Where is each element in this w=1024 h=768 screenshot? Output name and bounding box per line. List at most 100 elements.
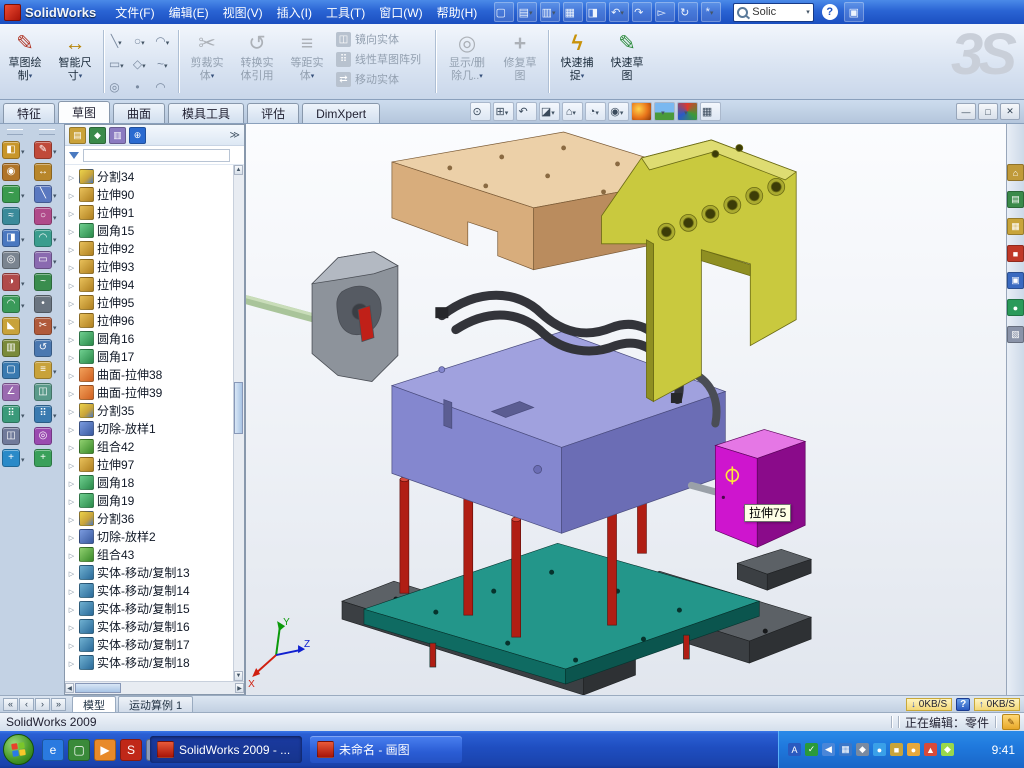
fillet-icon[interactable]: ◠	[2, 295, 28, 312]
filter-input[interactable]	[83, 149, 230, 162]
edit-sketch-indicator-icon[interactable]: ✎	[1002, 714, 1020, 730]
feature-tree-item[interactable]: 分割36	[67, 509, 233, 527]
media-player-icon[interactable]: ▶	[94, 739, 116, 761]
expand-arrow-icon[interactable]	[67, 367, 76, 381]
ie-icon[interactable]: e	[42, 739, 64, 761]
feature-tree-item[interactable]: 拉伸95	[67, 293, 233, 311]
rib-icon[interactable]: ▥	[2, 339, 28, 356]
home-icon[interactable]: ⌂	[1007, 164, 1024, 181]
linear-sketch-pattern-button[interactable]: ⠿ 线性草图阵列	[336, 51, 428, 67]
open-icon[interactable]: ▤	[517, 2, 537, 22]
sketch-icon[interactable]: ✎	[34, 141, 60, 158]
revolved-cut-icon[interactable]: ◑	[2, 273, 28, 290]
scroll-down-arrow-icon[interactable]: ▼	[234, 671, 243, 681]
zoom-area-icon[interactable]: ⊞	[493, 102, 514, 121]
feature-tree-item[interactable]: 实体-移动/复制13	[67, 563, 233, 581]
feature-tree-item[interactable]: 圆角17	[67, 347, 233, 365]
expand-arrow-icon[interactable]	[67, 241, 76, 255]
sheet-nav-button[interactable]: «	[3, 698, 18, 711]
scrollbar-thumb[interactable]	[75, 683, 121, 693]
messenger-icon[interactable]: ●	[873, 743, 886, 756]
feature-tree-item[interactable]: 拉伸92	[67, 239, 233, 257]
support-plate-part[interactable]	[364, 543, 759, 684]
document-tab[interactable]: 模型	[72, 696, 116, 712]
point-icon[interactable]: •	[130, 76, 152, 98]
feature-tree-item[interactable]: 拉伸91	[67, 203, 233, 221]
sheet-nav-button[interactable]: ‹	[19, 698, 34, 711]
start-button[interactable]	[3, 734, 34, 765]
commandmanager-tab[interactable]: 模具工具	[168, 103, 244, 123]
expand-arrow-icon[interactable]	[67, 169, 76, 183]
mirror-icon[interactable]: ◫	[2, 427, 28, 444]
pink-insert-part[interactable]	[715, 429, 805, 547]
circle-icon[interactable]: ○	[34, 207, 60, 224]
commandmanager-tab[interactable]: 曲面	[113, 103, 165, 123]
update-icon[interactable]: ●	[907, 743, 920, 756]
expand-arrow-icon[interactable]	[67, 601, 76, 615]
commandmanager-tab[interactable]: 评估	[247, 103, 299, 123]
safely-remove-icon[interactable]: ◆	[941, 743, 954, 756]
tree-vertical-scrollbar[interactable]: ▲ ▼	[233, 165, 244, 681]
graphics-viewport[interactable]: Y X Z 拉伸75	[245, 124, 1006, 695]
feature-tree-item[interactable]: 拉伸94	[67, 275, 233, 293]
feature-tree-item[interactable]: 实体-移动/复制18	[67, 653, 233, 671]
expand-arrow-icon[interactable]	[67, 421, 76, 435]
save-icon[interactable]: ▥	[540, 2, 560, 22]
feature-tree-item[interactable]: 拉伸90	[67, 185, 233, 203]
expand-arrow-icon[interactable]	[67, 331, 76, 345]
menu-item[interactable]: 窗口(W)	[372, 1, 429, 24]
feature-tree-item[interactable]: 实体-移动/复制17	[67, 635, 233, 653]
arc-icon[interactable]: ◠	[34, 229, 60, 246]
feature-tree-item[interactable]: 曲面-拉伸39	[67, 383, 233, 401]
hide-show-items-icon[interactable]: ◉	[608, 102, 629, 121]
draft-icon[interactable]: ∠	[2, 383, 28, 400]
feature-tree-item[interactable]: 实体-移动/复制15	[67, 599, 233, 617]
print-preview-icon[interactable]: ◨	[586, 2, 606, 22]
rectangle-icon[interactable]: ▭	[107, 53, 129, 75]
convert-entities-button[interactable]: ↺ 转换实 体引用	[232, 26, 282, 97]
reference-geometry-icon[interactable]: +	[2, 449, 28, 466]
toolbar-options-icon[interactable]: ▣	[844, 2, 864, 22]
feature-tree-item[interactable]: 分割34	[67, 167, 233, 185]
appearances-scenes-icon[interactable]: ●	[1007, 299, 1024, 316]
network-icon[interactable]: ▦	[839, 743, 852, 756]
chamfer-icon[interactable]: ◣	[2, 317, 28, 334]
expand-arrow-icon[interactable]	[67, 277, 76, 291]
configurationmanager-tab-icon[interactable]: ▥	[109, 127, 126, 144]
dimxpertmanager-tab-icon[interactable]: ⊕	[129, 127, 146, 144]
feature-tree-item[interactable]: 分割35	[67, 401, 233, 419]
rebuild-icon[interactable]: ↻	[678, 2, 698, 22]
circle-icon[interactable]: ○	[130, 30, 152, 52]
usb-icon[interactable]: ◆	[856, 743, 869, 756]
rapid-sketch-button[interactable]: ✎ 快速草 图	[602, 26, 652, 97]
feature-tree-item[interactable]: 圆角18	[67, 473, 233, 491]
sheet-nav-button[interactable]: »	[51, 698, 66, 711]
core-pin[interactable]	[691, 485, 717, 492]
line-icon[interactable]: ╲	[107, 30, 129, 52]
antivirus-icon[interactable]: ✓	[805, 743, 818, 756]
scroll-up-arrow-icon[interactable]: ▲	[234, 165, 243, 175]
expand-arrow-icon[interactable]	[67, 475, 76, 489]
line-icon[interactable]: ╲	[34, 185, 60, 202]
security-alert-icon[interactable]: ▲	[924, 743, 937, 756]
expand-arrow-icon[interactable]	[67, 439, 76, 453]
repair-sketch-icon[interactable]: +	[34, 449, 60, 466]
view-palette-icon[interactable]: ▣	[1007, 272, 1024, 289]
smart-dimension-button[interactable]: ↔ 智能尺 寸▾	[50, 26, 100, 97]
toolbar-grip[interactable]	[7, 129, 23, 135]
display-style-icon[interactable]: ◔	[585, 102, 606, 121]
view-settings-icon[interactable]	[677, 102, 698, 121]
expand-arrow-icon[interactable]	[67, 565, 76, 579]
view-orientation-icon[interactable]: ⌂	[562, 102, 583, 121]
feature-tree-item[interactable]: 拉伸97	[67, 455, 233, 473]
menu-item[interactable]: 插入(I)	[270, 1, 319, 24]
shell-icon[interactable]: ▢	[2, 361, 28, 378]
trim-entities-icon[interactable]: ✂	[34, 317, 60, 334]
featuremanager-tab-icon[interactable]: ▤	[69, 127, 86, 144]
commandmanager-tab[interactable]: DimXpert	[302, 103, 380, 123]
expand-arrow-icon[interactable]	[67, 637, 76, 651]
scroll-left-arrow-icon[interactable]: ◀	[65, 683, 74, 693]
solidworks-resources-icon[interactable]: ■	[1007, 245, 1024, 262]
feature-tree-item[interactable]: 切除-放样1	[67, 419, 233, 437]
document-tab[interactable]: 运动算例 1	[118, 696, 193, 712]
